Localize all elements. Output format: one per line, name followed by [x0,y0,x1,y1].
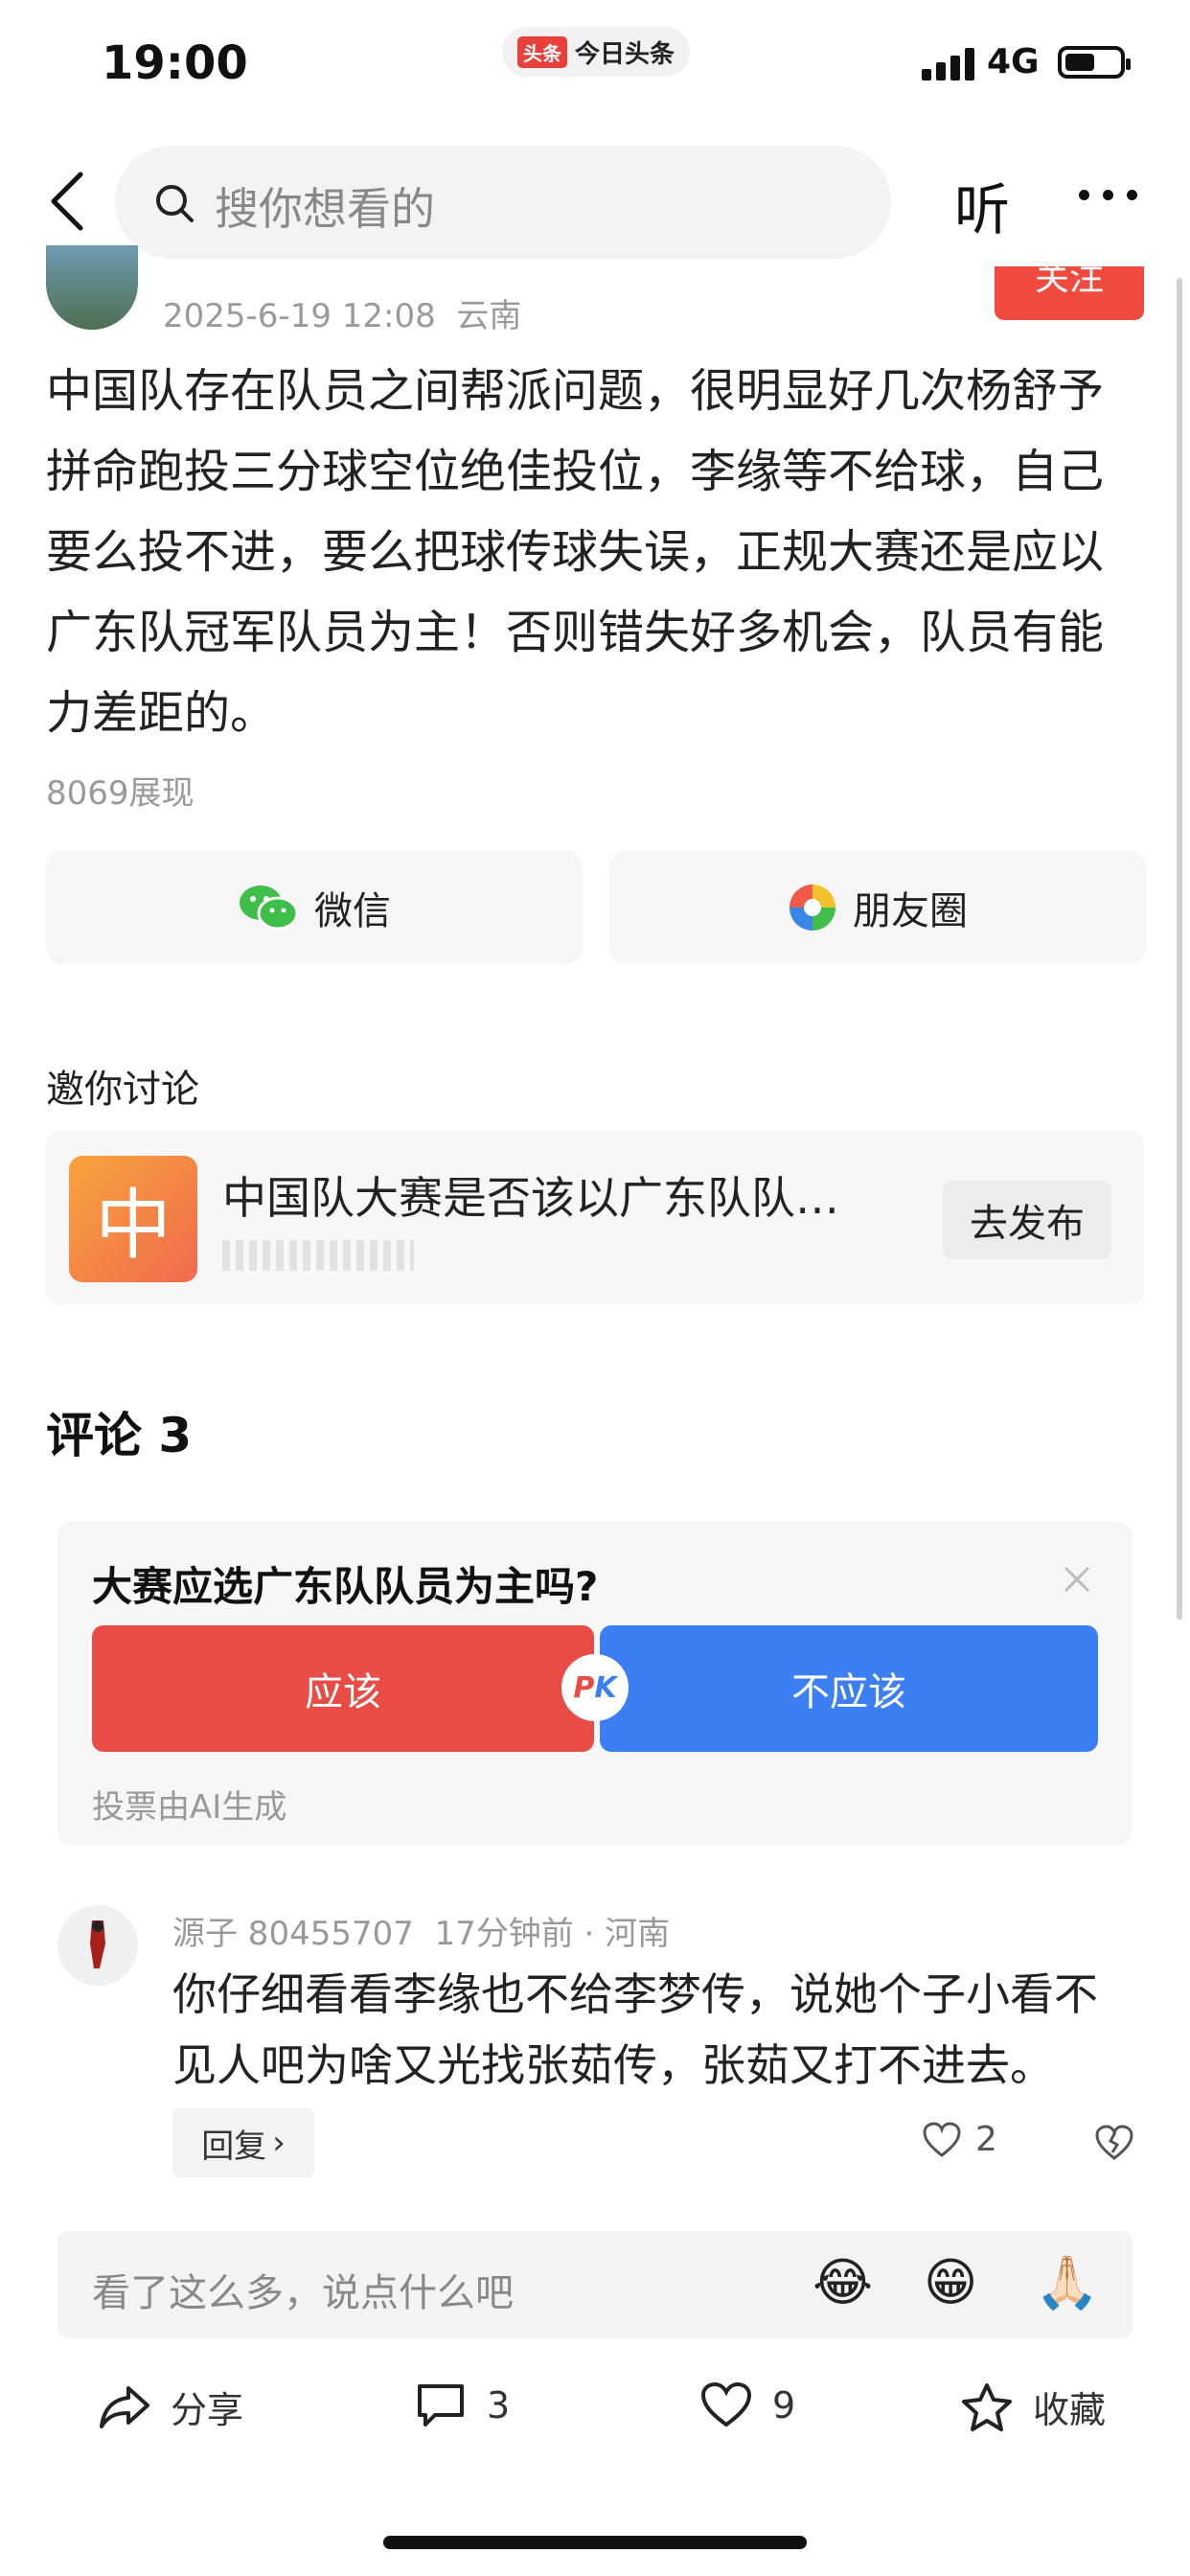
broken-heart-icon[interactable] [1094,2122,1134,2162]
reply-button[interactable]: 回复 › [172,2108,314,2177]
battery-icon [1058,46,1131,79]
topic-card[interactable]: 中 中国队大赛是否该以广东队队… 去发布 [46,1131,1144,1305]
author-avatar[interactable] [46,245,138,330]
search-placeholder: 搜你想看的 [215,183,435,235]
comment-meta: 源子 80455707 17分钟前 · 河南 [172,1915,671,1953]
moments-label: 朋友圈 [853,889,968,933]
share-moments-button[interactable]: 朋友圈 [609,851,1146,964]
invite-section-title: 邀你讨论 [46,1068,199,1112]
favorite-action[interactable]: 收藏 [960,2380,1106,2433]
moments-icon [790,885,835,931]
heart-icon [700,2381,752,2427]
view-count: 8069展现 [46,774,195,813]
comment-like-count: 2 [975,2120,997,2159]
comment-action-count: 3 [487,2384,511,2426]
home-indicator[interactable] [383,2536,807,2549]
star-icon [962,2382,1012,2431]
emoji-grin-icon[interactable]: 😁 [924,2252,977,2312]
like-action[interactable]: 9 [699,2380,795,2430]
like-action-count: 9 [772,2384,796,2426]
signal-icon [922,48,974,80]
post-body: 中国队存在队员之间帮派问题，很明显好几次杨舒予拼命跑投三分球空位绝佳投位，李缘等… [46,364,1105,740]
share-icon [100,2385,149,2428]
comment-text: 你仔细看看李缘也不给李梦传，说她个子小看不见人吧为啥又光找张茹传，张茹又打不进去… [172,1968,1098,2091]
reply-label: 回复 [201,2127,267,2166]
poll-yes-button[interactable]: 应该 [92,1625,594,1752]
poll-no-button[interactable]: 不应该 [600,1625,1098,1752]
chevron-right-icon: › [272,2124,286,2162]
status-time: 19:00 [102,36,248,90]
wechat-label: 微信 [314,889,391,933]
search-icon [156,185,194,222]
follow-label: 关注 [1034,266,1104,298]
topic-subtitle-blurred [222,1240,414,1271]
publish-button[interactable]: 去发布 [943,1181,1111,1259]
commenter-avatar[interactable] [57,1905,138,1986]
topic-thumbnail: 中 [69,1156,197,1282]
wechat-icon [240,886,299,931]
scrollbar[interactable] [1177,278,1182,1620]
comment-action[interactable]: 3 [414,2380,510,2430]
app-name: 今日头条 [574,39,675,69]
pk-badge: PK [561,1654,629,1721]
comment-like-button[interactable]: 2 [922,2120,997,2159]
close-icon[interactable] [1060,1562,1094,1597]
comment-input-placeholder: 看了这么多，说点什么吧 [92,2271,514,2315]
more-icon[interactable] [1079,190,1140,209]
listen-button[interactable]: 听 [954,165,1010,245]
heart-icon [923,2121,961,2157]
follow-button[interactable]: 关注 [995,266,1144,320]
emoji-pray-icon[interactable]: 🙏🏻 [1035,2252,1099,2313]
poll-card: 大赛应选广东队队员为主吗? 应该 不应该 PK 投票由AI生成 [57,1522,1133,1846]
favorite-action-label: 收藏 [1033,2389,1107,2431]
comments-title: 评论 3 [46,1408,193,1463]
search-bar[interactable]: 搜你想看的 [115,146,891,259]
poll-question: 大赛应选广东队队员为主吗? [92,1563,599,1610]
network-type: 4G [987,42,1040,81]
app-badge: 头条 今日头条 [502,27,690,77]
share-wechat-button[interactable]: 微信 [46,851,583,964]
topic-title: 中国队大赛是否该以广东队队… [222,1172,839,1224]
comment-input[interactable]: 看了这么多，说点什么吧 😂 😁 🙏🏻 [57,2231,1133,2338]
share-action-label: 分享 [171,2389,244,2431]
back-icon[interactable] [48,171,86,232]
poll-note: 投票由AI生成 [92,1788,287,1827]
app-tag: 头条 [516,35,567,68]
emoji-laugh-icon[interactable]: 😂 [812,2252,873,2312]
share-action[interactable]: 分享 [98,2380,243,2433]
post-meta: 2025-6-19 12:08 云南 [163,297,522,335]
comment-icon [418,2384,464,2426]
